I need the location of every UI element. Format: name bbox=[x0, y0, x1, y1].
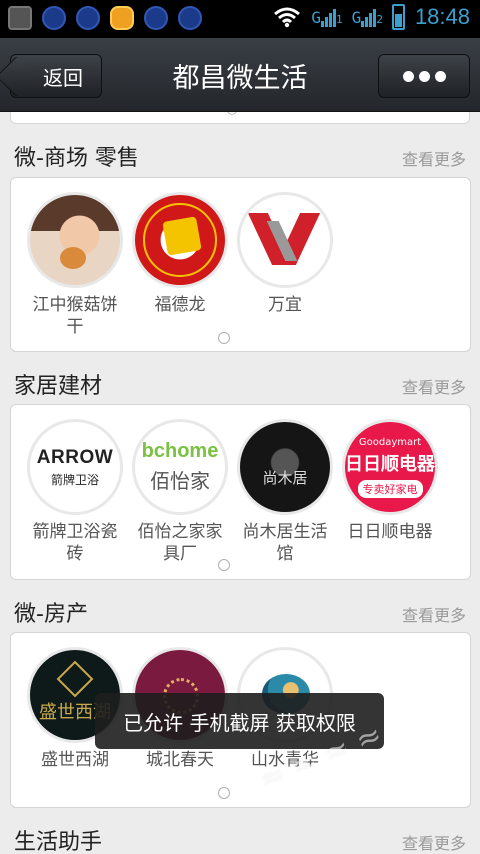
shop-logo bbox=[27, 192, 123, 288]
shop-label-line2: 具厂 bbox=[163, 544, 197, 564]
shop-logo: ARROW 箭牌卫浴 bbox=[27, 419, 123, 515]
see-more-link[interactable]: 查看更多 bbox=[402, 146, 466, 170]
shop-label-line1: 尚木居生活 bbox=[242, 522, 328, 542]
shop-label: 盛世西湖 bbox=[41, 750, 109, 770]
logo-text: 专卖好家电 bbox=[357, 479, 423, 498]
see-more-link[interactable]: 查看更多 bbox=[402, 830, 466, 854]
more-menu-button[interactable] bbox=[378, 54, 470, 98]
shop-item-jiangzhong[interactable]: 江中猴菇饼干 bbox=[23, 192, 127, 338]
logo-text: 日日顺电器 bbox=[345, 453, 435, 475]
section-header-life-helper: 生活助手 查看更多 bbox=[14, 818, 466, 854]
more-dots-icon bbox=[418, 70, 430, 82]
sim2-label: 2 bbox=[376, 12, 383, 26]
status-bar: G1 G2 18:48 bbox=[0, 0, 480, 38]
shop-label-line2: 馆 bbox=[276, 544, 294, 564]
section-title: 家居建材 bbox=[14, 374, 103, 399]
see-more-link[interactable]: 查看更多 bbox=[402, 374, 466, 398]
section-title: 微-房产 bbox=[14, 602, 88, 627]
see-more-link[interactable]: 查看更多 bbox=[402, 602, 466, 626]
shop-item-fudelong[interactable]: 福德龙 bbox=[128, 192, 232, 316]
section-header-mall: 微-商场 零售 查看更多 bbox=[14, 134, 466, 174]
shop-label: 万宜 bbox=[268, 295, 302, 315]
shop-label-line1: 箭牌卫浴瓷 bbox=[32, 522, 118, 542]
logo-text: ARROW bbox=[36, 446, 114, 468]
shop-logo bbox=[132, 192, 228, 288]
section-card-mall: 江中猴菇饼干 福德龙 万宜 bbox=[10, 177, 471, 352]
shop-item-ririshun[interactable]: Goodaymart 日日顺电器 专卖好家电 日日顺电器 bbox=[338, 419, 442, 543]
shop-label: 箭牌卫浴瓷砖 bbox=[23, 521, 127, 565]
toast-message: 已允许 手机截屏 获取权限 bbox=[95, 693, 384, 749]
shop-item-arrow[interactable]: ARROW 箭牌卫浴 箭牌卫浴瓷砖 bbox=[23, 419, 127, 565]
shop-logo: bchome 佰怡家 bbox=[132, 419, 228, 515]
shop-logo bbox=[237, 192, 333, 288]
baidu-icon bbox=[144, 6, 168, 30]
sim1-label: 1 bbox=[336, 12, 343, 26]
logo-text: 箭牌卫浴 bbox=[50, 472, 99, 487]
shop-label: 日日顺电器 bbox=[347, 522, 433, 542]
more-dots-icon bbox=[402, 70, 414, 82]
shop-logo: 尚木居 bbox=[237, 419, 333, 515]
shop-label-line1: 佰怡之家家 bbox=[137, 522, 223, 542]
section-title: 生活助手 bbox=[14, 830, 103, 854]
shield-icon bbox=[8, 6, 32, 30]
notification-icons bbox=[8, 6, 202, 30]
logo-text: Goodaymart bbox=[358, 436, 422, 448]
signal-sim1-icon: G1 bbox=[311, 7, 343, 27]
shop-item-behome[interactable]: bchome 佰怡家 佰怡之家家 具厂 bbox=[128, 419, 232, 565]
page-indicator-dot bbox=[218, 559, 230, 571]
page-indicator-dot bbox=[227, 112, 237, 115]
logo-text: 佰怡家 bbox=[150, 469, 210, 493]
logo-text: 尚木居 bbox=[262, 468, 308, 487]
shop-item-wanyi[interactable]: 万宜 bbox=[233, 192, 337, 316]
clock: 18:48 bbox=[414, 4, 470, 29]
battery-icon bbox=[391, 4, 405, 30]
back-button-label: 返回 bbox=[43, 65, 83, 90]
shop-label: 福德龙 bbox=[154, 295, 206, 315]
baidu-icon bbox=[178, 6, 202, 30]
baidu-icon bbox=[76, 6, 100, 30]
shop-item-shangmuju[interactable]: 尚木居 尚木居生活馆 bbox=[233, 419, 337, 565]
section-header-home: 家居建材 查看更多 bbox=[14, 362, 466, 402]
qq-icon bbox=[110, 6, 134, 30]
section-title: 微-商场 零售 bbox=[14, 146, 139, 171]
shop-label: 城北春天 bbox=[146, 750, 214, 770]
page-indicator-dot bbox=[218, 332, 230, 344]
shop-label: 山水青华 bbox=[251, 750, 319, 770]
page-title: 都昌微生活 bbox=[172, 63, 308, 94]
back-button[interactable]: 返回 bbox=[10, 54, 102, 98]
shop-label: 尚木居生活馆 bbox=[233, 521, 337, 565]
section-header-property: 微-房产 查看更多 bbox=[14, 590, 466, 630]
shop-label-line2: 干 bbox=[66, 317, 84, 337]
shop-label: 佰怡之家家 具厂 bbox=[128, 521, 232, 565]
title-bar: 返回 都昌微生活 bbox=[0, 38, 480, 112]
shop-label-line2: 砖 bbox=[66, 544, 84, 564]
page-indicator-dot bbox=[218, 787, 230, 799]
section-card-home: ARROW 箭牌卫浴 箭牌卫浴瓷砖 bchome 佰怡家 佰怡之家家 具厂 尚木居 尚… bbox=[10, 404, 471, 580]
previous-card bbox=[10, 112, 470, 124]
shop-logo: Goodaymart 日日顺电器专卖好家电 bbox=[342, 419, 438, 515]
logo-text: bchome bbox=[141, 440, 219, 462]
wifi-icon bbox=[273, 6, 301, 28]
shop-label: 江中猴菇饼干 bbox=[23, 294, 127, 338]
more-dots-icon bbox=[434, 70, 446, 82]
shop-label-line1: 江中猴菇饼 bbox=[32, 295, 118, 315]
baidu-icon bbox=[42, 6, 66, 30]
signal-sim2-icon: G2 bbox=[351, 7, 383, 27]
